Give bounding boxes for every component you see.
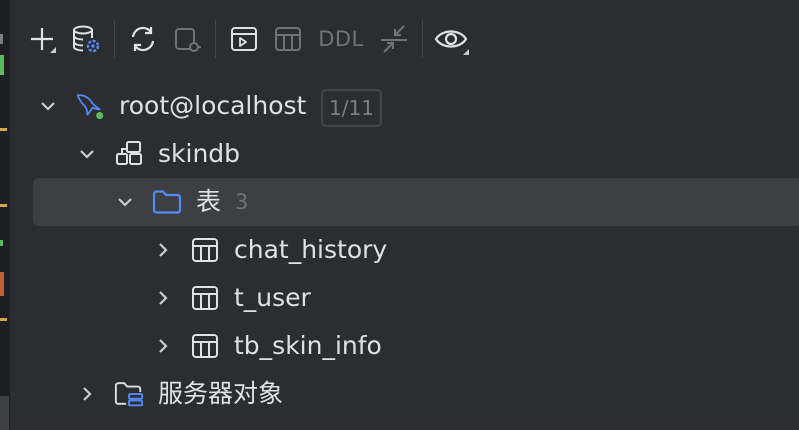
tree-node-tables-folder[interactable]: 表 3	[0, 178, 799, 226]
table-label: t_user	[234, 283, 311, 312]
chevron-down-icon[interactable]	[114, 191, 136, 213]
query-console-button[interactable]	[222, 17, 266, 61]
dropdown-corner-icon	[50, 47, 56, 53]
datasource-properties-button[interactable]	[64, 17, 108, 61]
ddl-label: DDL	[318, 27, 364, 51]
dropdown-corner-icon	[463, 49, 469, 55]
chevron-right-icon[interactable]	[152, 335, 174, 357]
refresh-button[interactable]	[121, 17, 165, 61]
chevron-down-icon[interactable]	[37, 95, 59, 117]
chevron-right-icon[interactable]	[152, 287, 174, 309]
server-objects-label: 服务器对象	[158, 379, 284, 408]
toolbar-separator	[114, 20, 115, 58]
schema-icon	[114, 139, 144, 169]
datasource-properties-icon	[73, 25, 100, 53]
toolbar-separator	[422, 20, 423, 58]
table-icon	[190, 235, 220, 265]
mysql-dolphin-icon	[75, 90, 105, 120]
tree-node-connection[interactable]: root@localhost 1/11	[0, 82, 799, 130]
table-icon	[190, 283, 220, 313]
chevron-right-icon[interactable]	[152, 239, 174, 261]
ddl-button[interactable]: DDL	[310, 17, 372, 61]
tree-node-table[interactable]: chat_history	[0, 226, 799, 274]
connection-badge: 1/11	[321, 89, 382, 127]
explorer-toolbar: DDL	[20, 14, 473, 64]
disconnect-button[interactable]	[165, 17, 209, 61]
toolbar-separator	[215, 20, 216, 58]
jump-to-source-button[interactable]	[372, 17, 416, 61]
gutter-mark	[0, 34, 3, 44]
tree-node-table[interactable]: tb_skin_info	[0, 322, 799, 370]
view-options-button[interactable]	[429, 17, 473, 61]
gutter-mark	[0, 55, 4, 75]
table-view-icon	[275, 27, 301, 51]
database-explorer-panel: DDL root@localhost 1/11 skindb 表 3 chat_…	[0, 0, 799, 430]
schema-label: skindb	[158, 139, 241, 168]
new-button[interactable]	[20, 17, 64, 61]
table-icon	[190, 331, 220, 361]
table-view-button[interactable]	[266, 17, 310, 61]
server-objects-icon	[114, 379, 144, 409]
refresh-icon	[131, 26, 155, 52]
tree-node-schema[interactable]: skindb	[0, 130, 799, 178]
tree-node-table[interactable]: t_user	[0, 274, 799, 322]
tables-folder-label: 表	[196, 187, 222, 216]
chevron-right-icon[interactable]	[76, 383, 98, 405]
disconnect-icon	[175, 28, 201, 52]
chevron-down-icon[interactable]	[76, 143, 98, 165]
folder-icon	[152, 187, 182, 217]
tree-node-server-objects[interactable]: 服务器对象	[0, 370, 799, 418]
query-console-icon	[231, 27, 257, 51]
selection-highlight	[33, 178, 799, 226]
tables-count: 3	[235, 190, 249, 214]
connection-label: root@localhost	[119, 91, 307, 120]
table-label: chat_history	[234, 235, 388, 264]
jump-to-source-icon	[381, 25, 407, 53]
table-label: tb_skin_info	[234, 331, 382, 360]
